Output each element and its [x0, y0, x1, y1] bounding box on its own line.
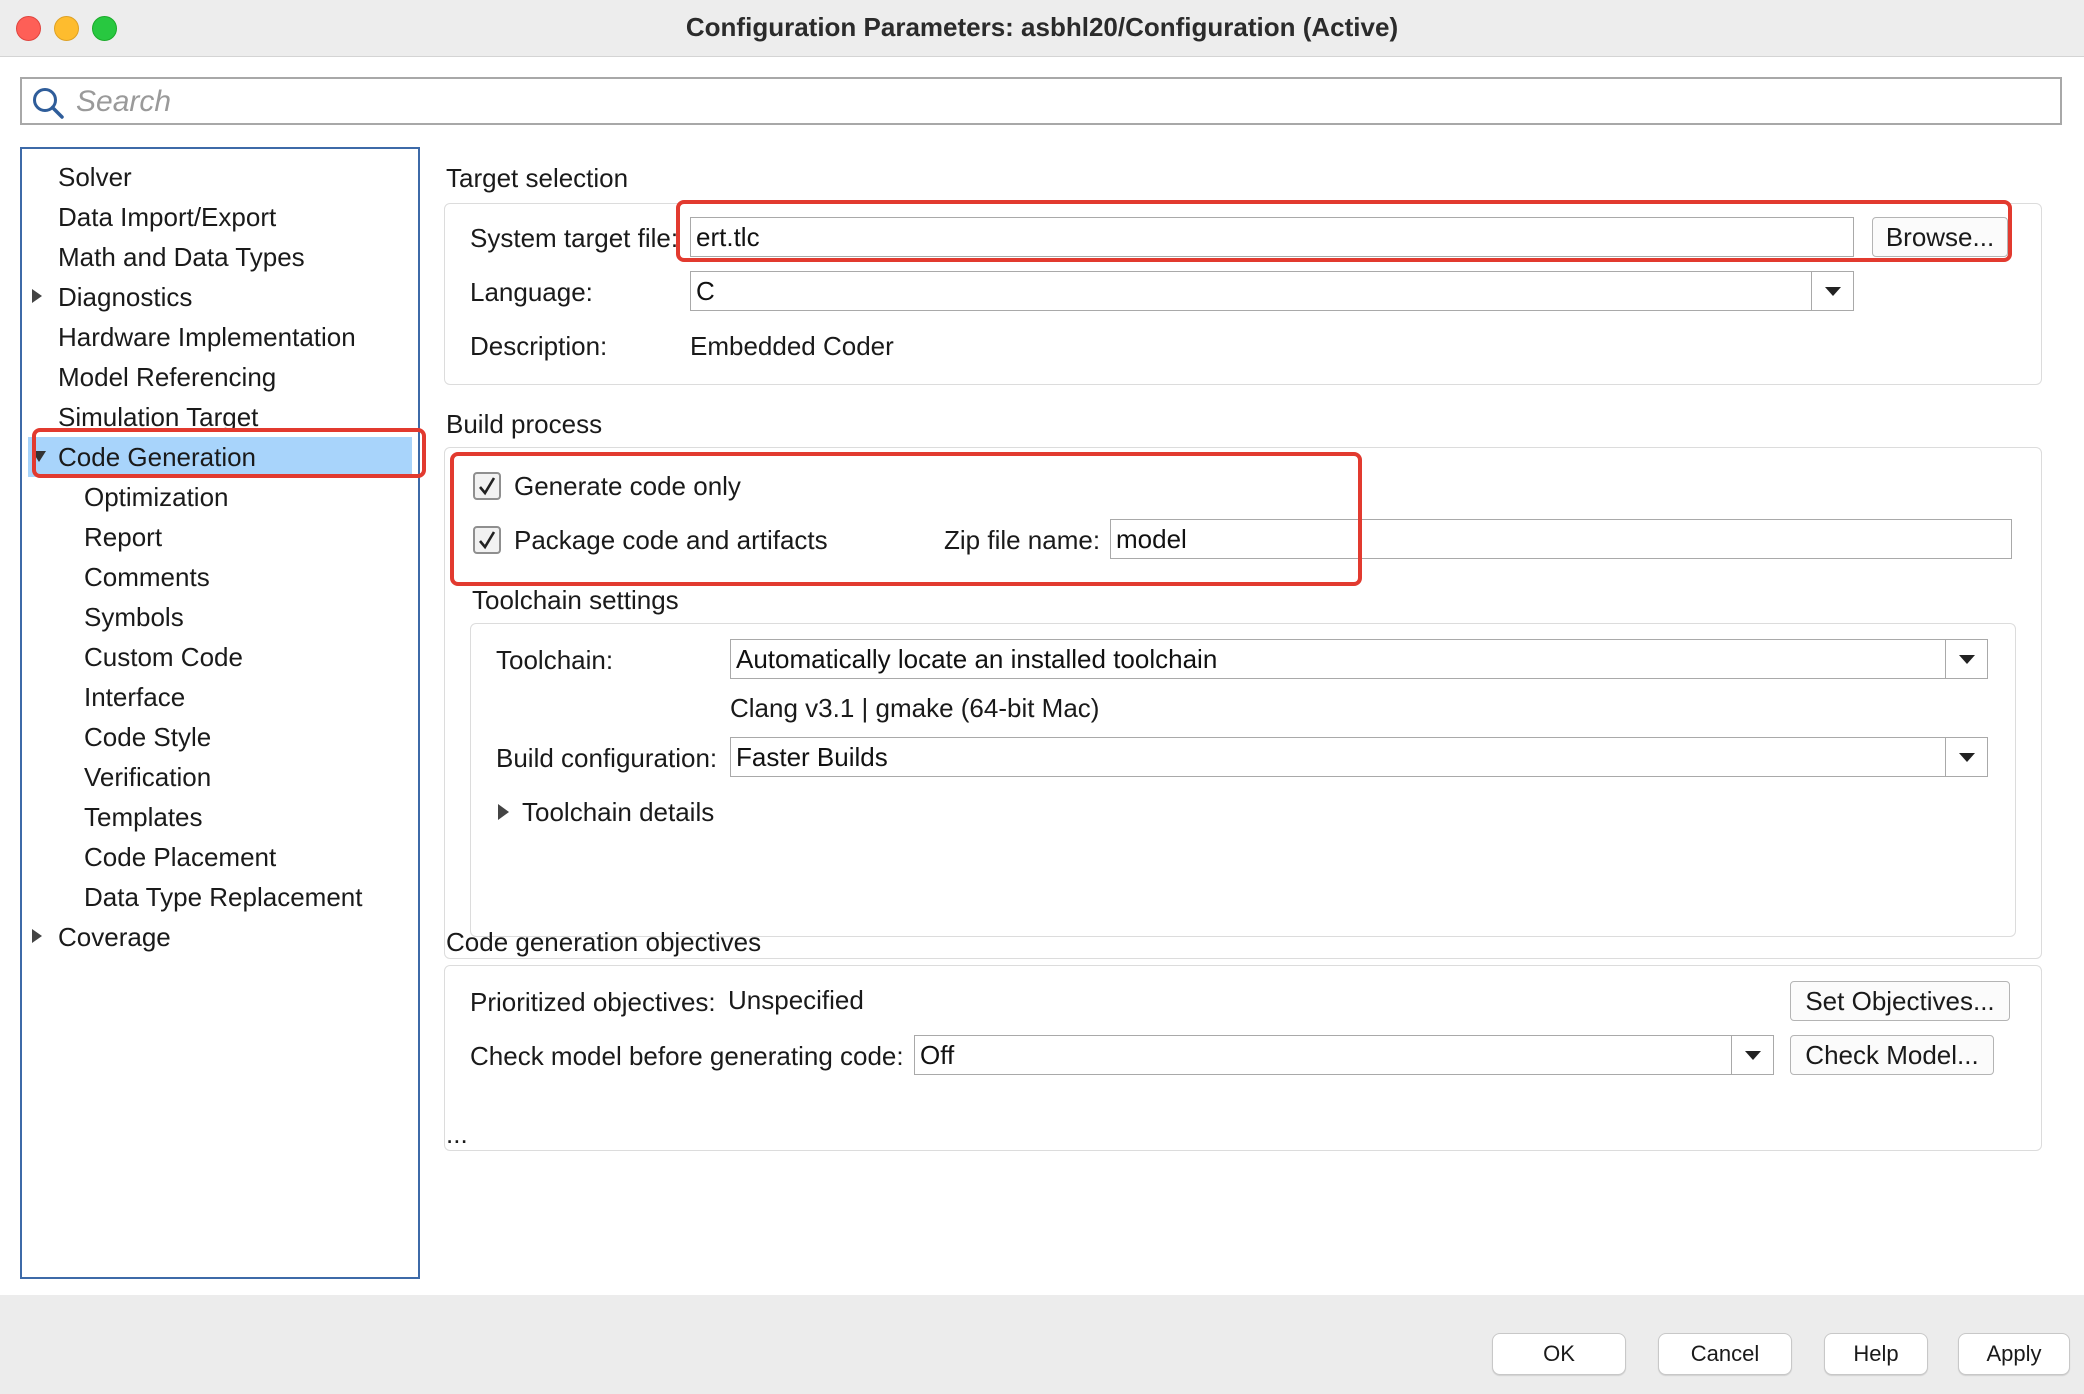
language-value: C	[696, 276, 715, 306]
build-configuration-label: Build configuration:	[496, 743, 718, 773]
check-model-label: Check model before generating code:	[470, 1041, 904, 1071]
package-code-checkbox[interactable]	[473, 526, 501, 554]
check-model-select[interactable]: Off	[914, 1035, 1774, 1075]
sidebar-item-code-style[interactable]: Code Style	[84, 717, 211, 757]
checkmark-icon	[479, 477, 496, 496]
category-tree: Solver Data Import/Export Math and Data …	[20, 147, 420, 1279]
target-selection-heading: Target selection	[446, 163, 629, 193]
sidebar-item-label: Symbols	[84, 602, 184, 632]
sidebar-item-label: Custom Code	[84, 642, 243, 672]
sidebar-item-label: Solver	[58, 162, 132, 192]
sidebar-item-model-referencing[interactable]: Model Referencing	[58, 357, 276, 397]
zip-file-name-label: Zip file name:	[944, 525, 1101, 555]
system-target-file-field[interactable]: ert.tlc	[690, 217, 1854, 257]
sidebar-item-label: Comments	[84, 562, 210, 592]
toolchain-value: Automatically locate an installed toolch…	[736, 644, 1218, 674]
sidebar-item-label: Interface	[84, 682, 186, 712]
build-configuration-value: Faster Builds	[736, 742, 888, 772]
check-model-button[interactable]: Check Model...	[1790, 1035, 1994, 1075]
generate-code-only-checkbox[interactable]	[473, 472, 501, 500]
collapse-caret-icon[interactable]	[32, 451, 46, 463]
sidebar-item-interface[interactable]: Interface	[84, 677, 185, 717]
sidebar-item-label: Data Type Replacement	[84, 882, 363, 912]
sidebar-item-templates[interactable]: Templates	[84, 797, 203, 837]
expand-caret-icon[interactable]	[32, 929, 42, 943]
window-title: Configuration Parameters: asbhl20/Config…	[685, 12, 1399, 42]
sidebar-item-diagnostics[interactable]: Diagnostics	[30, 277, 192, 317]
ok-button[interactable]: OK	[1492, 1333, 1626, 1375]
sidebar-item-data-type-replacement[interactable]: Data Type Replacement	[84, 877, 362, 917]
expand-caret-icon[interactable]	[32, 289, 42, 303]
browse-button[interactable]: Browse...	[1872, 217, 2008, 257]
prioritized-objectives-label: Prioritized objectives:	[470, 987, 716, 1017]
sidebar-item-verification[interactable]: Verification	[84, 757, 211, 797]
sidebar-item-label: Code Generation	[58, 442, 257, 472]
code-generation-objectives-heading: Code generation objectives	[446, 927, 762, 957]
sidebar-item-code-generation[interactable]: Code Generation	[28, 437, 412, 477]
language-label: Language:	[470, 277, 593, 307]
generate-code-only-label: Generate code only	[514, 471, 741, 501]
help-button[interactable]: Help	[1824, 1333, 1928, 1375]
chevron-down-icon[interactable]	[1811, 272, 1853, 310]
title-bar: Configuration Parameters: asbhl20/Config…	[0, 0, 2084, 57]
sidebar-item-label: Diagnostics	[58, 282, 193, 312]
sidebar-item-custom-code[interactable]: Custom Code	[84, 637, 243, 677]
chevron-down-icon[interactable]	[1945, 640, 1987, 678]
toolchain-info: Clang v3.1 | gmake (64-bit Mac)	[730, 693, 1100, 723]
system-target-file-label: System target file:	[470, 223, 679, 253]
sidebar-item-label: Model Referencing	[58, 362, 277, 392]
checkmark-icon	[479, 531, 496, 550]
sidebar-item-hardware-implementation[interactable]: Hardware Implementation	[58, 317, 356, 357]
sidebar-item-symbols[interactable]: Symbols	[84, 597, 184, 637]
language-select[interactable]: C	[690, 271, 1854, 311]
sidebar-item-data-import-export[interactable]: Data Import/Export	[58, 197, 276, 237]
more-parameters-ellipsis[interactable]: ...	[446, 1119, 468, 1150]
sidebar-item-label: Coverage	[58, 922, 171, 952]
cancel-button[interactable]: Cancel	[1658, 1333, 1792, 1375]
check-model-value: Off	[920, 1040, 955, 1070]
sidebar-item-label: Templates	[84, 802, 203, 832]
dialog-footer: OK Cancel Help Apply	[0, 1295, 2084, 1394]
search-icon	[33, 88, 64, 119]
sidebar-item-label: Optimization	[84, 482, 229, 512]
sidebar-item-code-placement[interactable]: Code Placement	[84, 837, 276, 877]
toolchain-details-toggle[interactable]: Toolchain details	[522, 797, 714, 828]
set-objectives-button[interactable]: Set Objectives...	[1790, 981, 2010, 1021]
description-value: Embedded Coder	[690, 331, 894, 361]
zip-file-name-field[interactable]: model	[1110, 519, 2012, 559]
apply-button[interactable]: Apply	[1958, 1333, 2070, 1375]
sidebar-item-simulation-target[interactable]: Simulation Target	[58, 397, 258, 437]
search-bar	[20, 77, 2062, 125]
build-configuration-select[interactable]: Faster Builds	[730, 737, 1988, 777]
build-process-heading: Build process	[446, 409, 603, 439]
chevron-down-icon[interactable]	[1945, 738, 1987, 776]
sidebar-item-label: Data Import/Export	[58, 202, 277, 232]
prioritized-objectives-value: Unspecified	[728, 985, 864, 1015]
expand-caret-icon[interactable]	[498, 804, 509, 820]
chevron-down-icon[interactable]	[1731, 1036, 1773, 1074]
sidebar-item-label: Code Placement	[84, 842, 277, 872]
sidebar-item-coverage[interactable]: Coverage	[30, 917, 171, 957]
sidebar-item-label: Verification	[84, 762, 212, 792]
sidebar-item-report[interactable]: Report	[84, 517, 162, 557]
search-input[interactable]	[74, 81, 2038, 123]
sidebar-item-comments[interactable]: Comments	[84, 557, 210, 597]
description-label: Description:	[470, 331, 608, 361]
sidebar-item-solver[interactable]: Solver	[58, 157, 132, 197]
sidebar-item-label: Math and Data Types	[58, 242, 305, 272]
sidebar-item-math-and-data-types[interactable]: Math and Data Types	[58, 237, 305, 277]
toolchain-settings-heading: Toolchain settings	[472, 585, 679, 615]
toolchain-label: Toolchain:	[496, 645, 614, 675]
toolchain-select[interactable]: Automatically locate an installed toolch…	[730, 639, 1988, 679]
dialog-content: Solver Data Import/Export Math and Data …	[0, 57, 2084, 1295]
sidebar-item-label: Report	[84, 522, 163, 552]
package-code-label: Package code and artifacts	[514, 525, 828, 555]
sidebar-item-label: Simulation Target	[58, 402, 259, 432]
sidebar-item-label: Hardware Implementation	[58, 322, 356, 352]
sidebar-item-optimization[interactable]: Optimization	[84, 477, 229, 517]
sidebar-item-label: Code Style	[84, 722, 212, 752]
